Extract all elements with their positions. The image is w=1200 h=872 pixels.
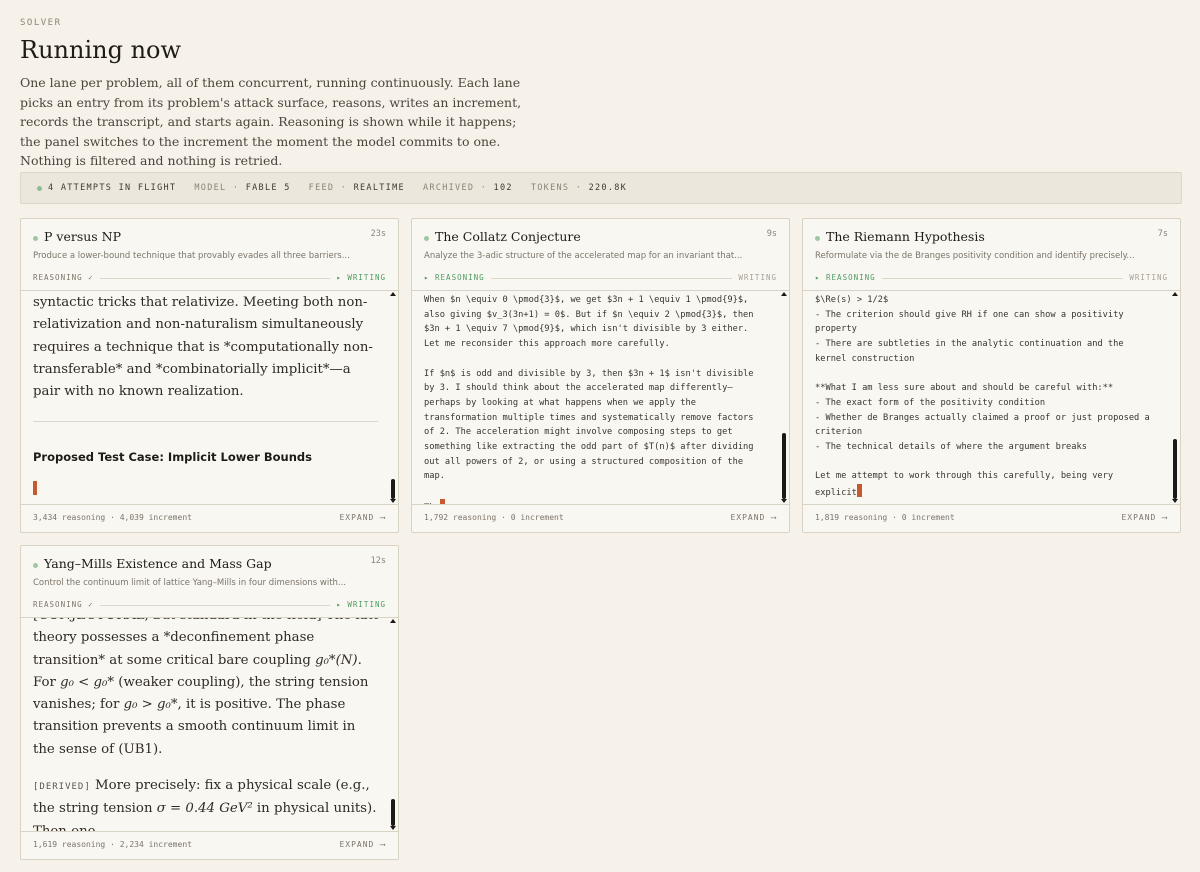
model-value: FABLE 5 xyxy=(245,183,291,193)
lane-subtitle: Reformulate via the de Branges positivit… xyxy=(815,251,1135,261)
phase-writing: WRITING xyxy=(1123,273,1168,282)
feed-label: FEED xyxy=(308,183,335,193)
scroll-up-icon[interactable] xyxy=(390,292,396,296)
reasoning-count: 3,434 reasoning xyxy=(33,513,106,522)
tokens-label: TOKENS xyxy=(530,183,570,193)
status-dot-icon xyxy=(33,236,38,241)
divider xyxy=(33,421,378,423)
reasoning-count: 1,819 reasoning xyxy=(815,513,888,522)
lane-title: Yang–Mills Existence and Mass Gap xyxy=(44,556,272,571)
scroll-up-icon[interactable] xyxy=(1172,292,1178,296)
expand-button[interactable]: EXPAND ⟶ xyxy=(339,840,386,849)
token-stats: 1,792 reasoning · 0 increment xyxy=(424,513,564,522)
clipped-line: [CONJECTURAL, but standard in the field]… xyxy=(33,618,378,627)
lane-subtitle: Produce a lower-bound technique that pro… xyxy=(33,251,350,261)
output-paragraph: syntactic tricks that relativize. Meetin… xyxy=(33,295,373,400)
expand-button[interactable]: EXPAND ⟶ xyxy=(339,513,386,522)
phase-reasoning: REASONING ✓ xyxy=(33,273,100,282)
typing-cursor xyxy=(439,498,445,504)
scrollbar-thumb[interactable] xyxy=(391,799,395,826)
separator: · xyxy=(575,183,583,193)
phase-reasoning: ▸ REASONING xyxy=(815,273,882,282)
math-inline: g₀ > g₀* xyxy=(123,697,178,713)
typing-cursor xyxy=(856,484,862,498)
eyebrow: SOLVER xyxy=(20,18,62,28)
output-paragraph: [DERIVED] More precisely: fix a physical… xyxy=(33,778,377,832)
math-inline: g₀*(N) xyxy=(315,652,358,668)
reasoning-text: $\Re(s) > 1/2$ - The criterion should gi… xyxy=(815,295,1150,499)
output-heading: Proposed Test Case: Implicit Lower Bound… xyxy=(33,450,313,465)
expand-button[interactable]: EXPAND ⟶ xyxy=(730,513,777,522)
status-bar: 4 ATTEMPTS IN FLIGHT MODEL · FABLE 5 FEE… xyxy=(20,172,1182,204)
lane-card-p-vs-np: P versus NP 23s Produce a lower-bound te… xyxy=(20,218,399,533)
increment-count: 2,234 increment xyxy=(119,840,192,849)
scroll-up-icon[interactable] xyxy=(390,619,396,623)
increment-count: 0 increment xyxy=(510,513,564,522)
phase-reasoning: ▸ REASONING xyxy=(424,273,491,282)
tokens-value: 220.8K xyxy=(588,183,628,193)
lane-output[interactable]: When $n \equiv 0 \pmod{3}$, we get $3n +… xyxy=(412,290,789,505)
expand-button[interactable]: EXPAND ⟶ xyxy=(1121,513,1168,522)
scroll-down-icon[interactable] xyxy=(1172,499,1178,503)
separator: · xyxy=(232,183,240,193)
scroll-down-icon[interactable] xyxy=(781,499,787,503)
attempts-in-flight: 4 ATTEMPTS IN FLIGHT xyxy=(48,183,177,193)
math-inline: g₀ < g₀* xyxy=(60,674,115,690)
lane-card-collatz: The Collatz Conjecture 9s Analyze the 3-… xyxy=(411,218,790,533)
status-dot-icon xyxy=(33,563,38,568)
phase-indicator: REASONING ✓ ▸ WRITING xyxy=(33,597,386,611)
increment-count: 4,039 increment xyxy=(119,513,192,522)
lane-output[interactable]: syntactic tricks that relativize. Meetin… xyxy=(21,290,398,505)
page-title: Running now xyxy=(20,36,182,64)
scroll-up-icon[interactable] xyxy=(781,292,787,296)
model-label: MODEL xyxy=(194,183,227,193)
scroll-down-icon[interactable] xyxy=(390,499,396,503)
live-dot-icon xyxy=(37,185,42,191)
lane-elapsed: 9s xyxy=(766,229,777,239)
feed-value: REALTIME xyxy=(353,183,405,193)
reasoning-text: When $n \equiv 0 \pmod{3}$, we get $3n +… xyxy=(424,295,754,504)
scrollbar-thumb[interactable] xyxy=(1173,439,1177,499)
lane-card-yang-mills: Yang–Mills Existence and Mass Gap 12s Co… xyxy=(20,545,399,860)
typing-cursor xyxy=(33,480,37,495)
lane-elapsed: 12s xyxy=(370,556,386,566)
scrollbar-thumb[interactable] xyxy=(782,433,786,499)
archived-label: ARCHIVED xyxy=(422,183,475,193)
phase-indicator: ▸ REASONING WRITING xyxy=(815,270,1168,284)
status-dot-icon xyxy=(424,236,429,241)
lane-elapsed: 7s xyxy=(1157,229,1168,239)
separator: · xyxy=(480,183,488,193)
reasoning-count: 1,792 reasoning xyxy=(424,513,497,522)
output-paragraph: [CONJECTURAL, but standard in the field]… xyxy=(33,618,378,761)
lane-output[interactable]: $\Re(s) > 1/2$ - The criterion should gi… xyxy=(803,290,1180,505)
phase-writing: ▸ WRITING xyxy=(330,600,386,609)
token-stats: 3,434 reasoning · 4,039 increment xyxy=(33,513,192,522)
phase-indicator: REASONING ✓ ▸ WRITING xyxy=(33,270,386,284)
scroll-down-icon[interactable] xyxy=(390,826,396,830)
lane-title: The Riemann Hypothesis xyxy=(826,229,985,244)
token-stats: 1,619 reasoning · 2,234 increment xyxy=(33,840,192,849)
lane-title: P versus NP xyxy=(44,229,122,244)
lane-subtitle: Control the continuum limit of lattice Y… xyxy=(33,578,347,588)
page-description: One lane per problem, all of them concur… xyxy=(20,75,522,168)
token-stats: 1,819 reasoning · 0 increment xyxy=(815,513,955,522)
lane-title: The Collatz Conjecture xyxy=(435,229,581,244)
phase-writing: WRITING xyxy=(732,273,777,282)
reasoning-count: 1,619 reasoning xyxy=(33,840,106,849)
lane-card-riemann: The Riemann Hypothesis 7s Reformulate vi… xyxy=(802,218,1181,533)
derived-tag: [DERIVED] xyxy=(33,782,91,793)
phase-writing: ▸ WRITING xyxy=(330,273,386,282)
lane-output[interactable]: [CONJECTURAL, but standard in the field]… xyxy=(21,617,398,832)
status-dot-icon xyxy=(815,236,820,241)
separator: · xyxy=(340,183,348,193)
scrollbar-thumb[interactable] xyxy=(391,479,395,499)
lane-subtitle: Analyze the 3-adic structure of the acce… xyxy=(424,251,743,261)
phase-indicator: ▸ REASONING WRITING xyxy=(424,270,777,284)
lane-elapsed: 23s xyxy=(370,229,386,239)
increment-count: 0 increment xyxy=(901,513,955,522)
phase-reasoning: REASONING ✓ xyxy=(33,600,100,609)
archived-value: 102 xyxy=(493,183,513,193)
math-inline: σ = 0.44 GeV² xyxy=(156,801,253,817)
